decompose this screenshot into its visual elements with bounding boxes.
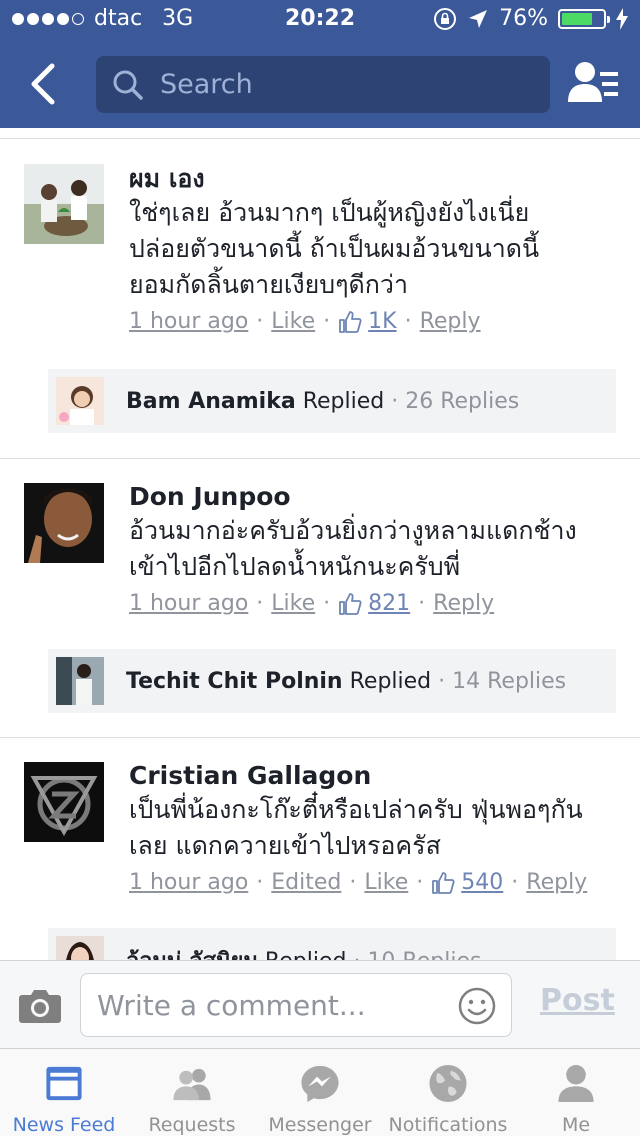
comment-text-line: เลย แดกควายเข้าไปหรอครัส [129, 831, 441, 860]
comment-input[interactable] [97, 984, 437, 1026]
replier-avatar [56, 377, 104, 425]
back-button[interactable] [24, 60, 64, 108]
like-count[interactable]: 821 [338, 591, 410, 616]
charging-icon [616, 7, 628, 30]
tab-label: Messenger [268, 1114, 372, 1136]
reply-count: 14 Replies [452, 668, 567, 694]
search-bar[interactable] [96, 56, 550, 113]
person-icon [558, 1064, 594, 1103]
avatar[interactable] [24, 483, 104, 563]
reply-count: 26 Replies [405, 388, 520, 414]
comment-meta: 1 hour ago · Edited · Like · 540 · Reply [129, 870, 588, 895]
comment-meta: 1 hour ago · Like · 821 · Reply [129, 591, 495, 616]
thumbs-up-icon [339, 310, 362, 333]
reply-button[interactable]: Reply [433, 591, 494, 616]
globe-icon [429, 1064, 467, 1103]
chevron-left-icon [31, 63, 55, 105]
tab-me[interactable]: Me [512, 1049, 640, 1136]
comment-text-line: ปล่อยตัวขนาดนี้ ถ้าเป็นผมอ้วนขนาดนี้ [129, 234, 540, 263]
comment-body: ผม เอง ใช่ๆเลย อ้วนมากๆ เป็นผู้หญิงยังไง… [129, 163, 620, 334]
tab-bar: News Feed Requests Messenger Notificatio… [0, 1048, 640, 1136]
replier-avatar [56, 657, 104, 705]
like-count-value: 540 [461, 870, 504, 895]
replier-name: Techit Chit Polnin [126, 668, 343, 694]
comment-text-line: เข้าไปอีกไปลดน้ำหนักนะครับพี่ [129, 552, 461, 581]
battery-icon [558, 8, 610, 29]
comment-meta: 1 hour ago · Like · 1K · Reply [129, 309, 481, 334]
avatar[interactable] [24, 164, 104, 244]
comments-list[interactable]: ผม เอง ใช่ๆเลย อ้วนมากๆ เป็นผู้หญิงยังไง… [0, 128, 640, 960]
tab-label: Notifications [388, 1114, 508, 1136]
thumbs-up-icon [339, 592, 362, 615]
thumbs-up-icon [432, 871, 455, 894]
replies-text: Techit Chit Polnin Replied · 14 Replies [126, 668, 567, 694]
comment-author[interactable]: Don Junpoo [129, 481, 620, 513]
comment-text-line: ยอมกัดลิ้นตายเงียบๆดีกว่า [129, 270, 408, 299]
like-count[interactable]: 1K [338, 309, 397, 334]
like-button[interactable]: Like [271, 309, 315, 334]
replies-text: Bam Anamika Replied · 26 Replies [126, 388, 520, 414]
comment-body: Cristian Gallagon เป็นพี่น้องกะโก๊ะตี๋หร… [129, 760, 620, 895]
smiley-icon [458, 987, 496, 1025]
like-button[interactable]: Like [271, 591, 315, 616]
replied-label: Replied [265, 949, 347, 961]
battery-percent: 76% [499, 6, 548, 31]
replies-text: อ้อมมุ่ ลัสมิยม Replied · 10 Replies [126, 943, 481, 961]
location-icon [469, 9, 488, 28]
avatar[interactable] [24, 762, 104, 842]
comment-text-line: อ้วนมากอ่ะครับอ้วนยิ่งกว่างูหลามแดกช้าง [129, 516, 577, 545]
replies-summary[interactable]: Bam Anamika Replied · 26 Replies [48, 369, 616, 433]
comment-item: ผม เอง ใช่ๆเลย อ้วนมากๆ เป็นผู้หญิงยังไง… [0, 138, 640, 458]
status-right: 76% [433, 6, 628, 31]
comment-author[interactable]: ผม เอง [129, 163, 620, 195]
comment-author[interactable]: Cristian Gallagon [129, 760, 620, 792]
messenger-icon [301, 1065, 339, 1103]
like-count[interactable]: 540 [431, 870, 503, 895]
replier-avatar [56, 936, 104, 960]
replier-name: อ้อมมุ่ ลัสมิยม [126, 949, 258, 961]
like-count-value: 821 [368, 591, 411, 616]
top-bar: dtac 3G 20:22 76% [0, 0, 640, 128]
rotation-lock-icon [434, 7, 457, 30]
search-icon [113, 70, 143, 100]
sticker-button[interactable] [457, 986, 497, 1026]
reply-count: 10 Replies [367, 949, 481, 961]
tab-label: News Feed [12, 1114, 116, 1136]
tab-requests[interactable]: Requests [128, 1049, 256, 1136]
comment-item: Don Junpoo อ้วนมากอ่ะครับอ้วนยิ่งกว่างูห… [0, 458, 640, 737]
camera-icon [19, 990, 61, 1023]
edited-label[interactable]: Edited [271, 870, 341, 895]
comment-timestamp[interactable]: 1 hour ago [129, 309, 248, 334]
reply-button[interactable]: Reply [526, 870, 587, 895]
comment-item: Cristian Gallagon เป็นพี่น้องกะโก๊ะตี๋หร… [0, 737, 640, 960]
comment-body: Don Junpoo อ้วนมากอ่ะครับอ้วนยิ่งกว่างูห… [129, 481, 620, 616]
status-bar: dtac 3G 20:22 76% [0, 0, 640, 40]
replied-label: Replied [349, 668, 432, 694]
friends-list-icon [568, 62, 618, 102]
comment-composer: Post [0, 960, 640, 1048]
news-feed-icon [46, 1066, 82, 1101]
comment-text-line: ใช่ๆเลย อ้วนมากๆ เป็นผู้หญิงยังไงเนี่ย [129, 198, 530, 227]
comment-field[interactable] [80, 973, 512, 1037]
search-input[interactable] [160, 69, 520, 100]
replies-summary[interactable]: Techit Chit Polnin Replied · 14 Replies [48, 649, 616, 713]
replier-name: Bam Anamika [126, 388, 296, 414]
comment-text-line: เป็นพี่น้องกะโก๊ะตี๋หรือเปล่าครับ ฟุ่นพอ… [129, 795, 583, 824]
friends-list-button[interactable] [568, 60, 618, 106]
like-count-value: 1K [368, 309, 397, 334]
like-button[interactable]: Like [364, 870, 408, 895]
tab-messenger[interactable]: Messenger [256, 1049, 384, 1136]
friend-requests-icon [173, 1068, 211, 1101]
comment-timestamp[interactable]: 1 hour ago [129, 870, 248, 895]
comment-timestamp[interactable]: 1 hour ago [129, 591, 248, 616]
reply-button[interactable]: Reply [420, 309, 481, 334]
tab-news-feed[interactable]: News Feed [0, 1049, 128, 1136]
tab-notifications[interactable]: Notifications [384, 1049, 512, 1136]
camera-button[interactable] [18, 985, 62, 1025]
replied-label: Replied [302, 388, 385, 414]
replies-summary[interactable]: อ้อมมุ่ ลัสมิยม Replied · 10 Replies [48, 928, 616, 960]
post-button[interactable]: Post [540, 983, 615, 1018]
tab-label: Me [561, 1114, 591, 1136]
tab-label: Requests [148, 1114, 236, 1136]
